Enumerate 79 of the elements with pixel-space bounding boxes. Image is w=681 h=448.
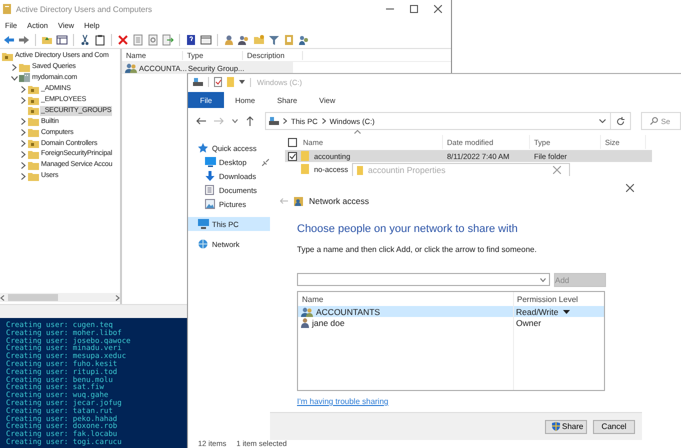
entry-name: jane doe [312,318,345,328]
chevron-right-icon[interactable] [21,140,26,148]
filter-icon[interactable] [268,34,280,46]
permission-row[interactable]: ACCOUNTANTS Read/Write [298,306,604,317]
download-arrow-icon [205,171,216,181]
caret-icon[interactable] [239,80,245,84]
dialog-title: accountin Properties [368,165,446,175]
chevron-right-icon [283,118,287,124]
chevron-right-icon[interactable] [21,96,26,104]
chevron-right-icon[interactable] [21,172,26,180]
checkbox[interactable] [288,152,296,160]
close-icon[interactable] [434,5,442,13]
share-button[interactable]: Share [545,420,587,434]
chevron-down-icon[interactable] [232,119,238,123]
close-icon[interactable] [626,184,634,192]
scroll-right-icon[interactable] [115,294,120,300]
help-link[interactable]: I'm having trouble sharing [297,397,388,406]
export-icon[interactable] [162,34,174,46]
maximize-icon[interactable] [410,5,418,13]
dialog-title: Network access [309,196,369,206]
chevron-right-icon [322,118,326,124]
sort-caret-icon [354,130,361,134]
scroll-left-icon[interactable] [0,294,5,300]
chevron-down-icon[interactable] [599,119,606,123]
drive-icon [269,117,279,125]
back-arrow-icon[interactable] [196,117,206,125]
picture-icon [205,199,216,209]
up-arrow-icon[interactable] [246,116,254,126]
scrollbar-thumb[interactable] [8,294,58,301]
scissors-icon[interactable] [79,34,91,46]
chevron-right-icon[interactable] [12,64,17,71]
preview-icon[interactable] [147,34,159,46]
check-icon [288,152,296,160]
globe-icon [198,239,209,249]
permission-level: Owner [516,318,542,328]
chevron-right-icon[interactable] [21,118,26,126]
cancel-button[interactable]: Cancel [593,420,635,434]
group-icon [125,63,137,73]
properties-icon[interactable] [214,77,222,87]
dropdown-caret-icon[interactable] [563,310,570,314]
user-icon[interactable] [223,34,235,46]
computer-icon [198,219,209,229]
column-header[interactable]: Name [298,294,514,304]
column-header[interactable]: Permission Level [514,294,578,304]
chevron-down-icon [540,278,546,282]
permission-level: Read/Write [516,306,558,316]
chevron-right-icon[interactable] [21,86,26,93]
shield-icon [552,422,560,431]
chevron-right-icon[interactable] [21,129,26,136]
chevron-down-icon[interactable] [11,76,18,81]
people-icon [294,196,303,206]
help-icon[interactable] [185,34,197,46]
panel-icon[interactable] [56,34,68,46]
group-icon [301,306,313,316]
user-icon [301,318,309,328]
document-icon[interactable] [132,34,144,46]
forward-arrow-icon[interactable] [18,34,30,46]
star-icon [198,143,209,153]
document-icon [205,185,216,195]
clipboard-icon[interactable] [94,34,106,46]
permission-row[interactable]: jane doe Owner [298,317,604,328]
checkbox[interactable] [288,138,296,146]
dialog-heading: Choose people on your network to share with [297,222,519,236]
drive-icon[interactable] [193,78,203,86]
group-icon[interactable] [298,34,310,46]
chevron-right-icon[interactable] [21,162,26,169]
delete-icon[interactable] [117,34,129,46]
window-app-icon [3,4,11,14]
window-icon[interactable] [200,34,212,46]
users-icon[interactable] [238,34,250,46]
instruction-text: Type a name and then click Add, or click the arrow to find someone. [297,245,538,254]
domain-icon [19,73,30,84]
back-arrow-icon[interactable] [3,34,15,46]
monitor-icon [205,157,216,167]
chevron-right-icon[interactable] [21,150,26,158]
refresh-icon[interactable] [616,116,625,126]
window-title: Active Directory Users and Computers [16,4,154,14]
entry-name: ACCOUNTANTS [316,306,380,316]
search-icon [650,117,658,125]
